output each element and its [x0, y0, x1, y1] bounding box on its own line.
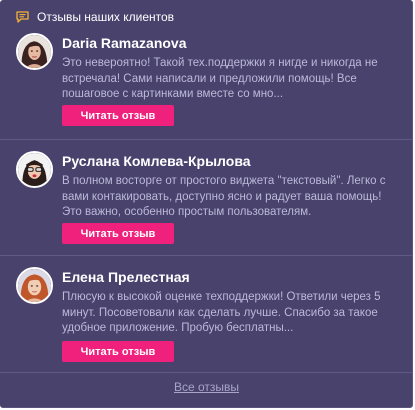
reviewer-name: Елена Прелестная [62, 269, 190, 285]
avatar [16, 151, 53, 188]
review-text: Плюсую к высокой оценке техподдержки! От… [62, 291, 381, 335]
reviews-widget: Отзывы наших клиентов Daria Ramazanova Э… [0, 0, 413, 408]
avatar [16, 267, 53, 304]
avatar-image [18, 153, 51, 186]
avatar [16, 33, 53, 70]
review-item: Daria Ramazanova Это невероятно! Такой т… [16, 33, 396, 133]
review-text: В полном восторге от простого виджета "т… [62, 175, 386, 219]
all-reviews-link[interactable]: Все отзывы [174, 380, 239, 394]
review-item: Елена Прелестная Плюсую к высокой оценке… [16, 267, 396, 367]
divider [0, 255, 413, 256]
divider [0, 139, 413, 140]
reviewer-name: Руслана Комлева-Крылова [62, 153, 251, 169]
reviewer-name: Daria Ramazanova [62, 35, 187, 51]
widget-header: Отзывы наших клиентов [16, 8, 174, 26]
footer: Все отзывы [0, 380, 413, 394]
avatar-image [18, 35, 51, 68]
avatar-image [18, 269, 51, 302]
read-review-button[interactable]: Читать отзыв [62, 341, 174, 362]
divider [0, 372, 413, 373]
review-text: Это невероятно! Такой тех.поддержки я ни… [62, 57, 378, 101]
review-item: Руслана Комлева-Крылова В полном восторг… [16, 151, 396, 251]
widget-title: Отзывы наших клиентов [37, 10, 175, 24]
read-review-button[interactable]: Читать отзыв [62, 105, 174, 126]
chat-bubble-icon [16, 11, 29, 23]
read-review-button[interactable]: Читать отзыв [62, 223, 174, 244]
